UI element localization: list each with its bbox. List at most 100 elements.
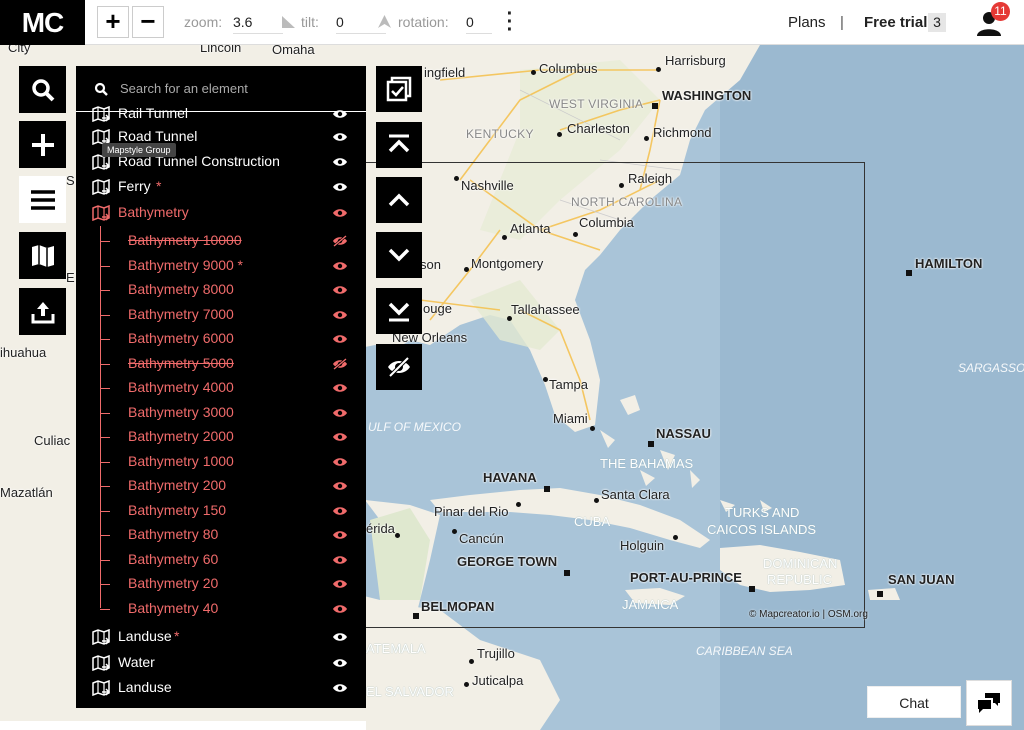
more-options-icon[interactable]: · · · — [504, 4, 516, 40]
map-label: S — [66, 173, 75, 188]
layer-row-bathymetry[interactable]: Bathymetry 7000 — [76, 303, 366, 327]
eye-icon[interactable] — [332, 657, 348, 669]
eye-icon[interactable] — [332, 207, 348, 219]
visibility-off-icon[interactable] — [332, 357, 348, 370]
zoom-in-button[interactable]: + — [97, 6, 129, 38]
eye-icon[interactable] — [332, 456, 348, 468]
capital-marker — [652, 103, 658, 109]
layer-row-bathymetry[interactable]: Bathymetry 5000 — [76, 352, 366, 376]
zoom-out-button[interactable]: − — [132, 6, 164, 38]
map-label: WASHINGTON — [662, 88, 752, 103]
eye-icon[interactable] — [332, 333, 348, 345]
eye-icon[interactable] — [332, 431, 348, 443]
map-layer-icon — [92, 106, 110, 122]
layer-row-bathymetry[interactable]: Bathymetry 6000 — [76, 327, 366, 351]
eye-icon[interactable] — [332, 131, 348, 143]
layer-row[interactable]: Landuse — [76, 676, 366, 700]
tree-line — [100, 226, 101, 608]
map-attribution: © Mapcreator.io | OSM.org — [749, 609, 868, 620]
layer-row-bathymetry[interactable]: Bathymetry 9000 * — [76, 254, 366, 278]
layer-row-bathymetry[interactable]: Bathymetry 20 — [76, 572, 366, 596]
tree-branch — [100, 241, 110, 242]
move-up-icon — [388, 193, 410, 207]
layer-name: Road Tunnel — [118, 128, 198, 144]
chat-button[interactable] — [966, 680, 1012, 726]
rotation-input[interactable]: 0 — [466, 14, 492, 34]
map-label: Juticalpa — [472, 673, 524, 688]
layer-name: Bathymetry 2000 — [128, 428, 234, 444]
zoom-input[interactable]: 3.6 — [233, 14, 283, 34]
notification-badge[interactable]: 11 — [991, 2, 1010, 21]
layer-row-bathymetry[interactable]: Bathymetry 200 — [76, 474, 366, 498]
capital-marker — [906, 270, 912, 276]
map-label: KENTUCKY — [466, 127, 534, 141]
layer-name: Bathymetry — [118, 204, 189, 220]
layer-row-bathymetry[interactable]: Bathymetry 4000 — [76, 376, 366, 400]
layers-icon — [30, 189, 55, 210]
toolbar-separator: | — [840, 14, 844, 31]
layer-row-bathymetry[interactable]: Bathymetry 10000 — [76, 229, 366, 253]
layer-row-bathymetry[interactable]: Bathymetry 150 — [76, 499, 366, 523]
move-down-button[interactable] — [376, 232, 422, 278]
eye-icon[interactable] — [332, 108, 348, 120]
eye-icon[interactable] — [332, 529, 348, 541]
hide-layer-button[interactable] — [376, 344, 422, 390]
export-frame[interactable] — [365, 162, 865, 628]
tree-branch — [100, 314, 110, 316]
add-tool-button[interactable] — [19, 121, 66, 168]
tree-branch — [100, 412, 110, 414]
eye-icon[interactable] — [332, 480, 348, 492]
layer-row[interactable]: Rail Tunnel — [76, 102, 366, 126]
eye-icon[interactable] — [332, 382, 348, 394]
map-label: Charleston — [567, 121, 630, 136]
plus-icon — [31, 133, 54, 156]
eye-icon[interactable] — [332, 181, 348, 193]
app-logo[interactable]: MC — [0, 0, 85, 45]
layers-tool-button[interactable] — [19, 176, 66, 223]
map-label: EL SALVADOR — [366, 684, 454, 699]
layer-row[interactable]: Bathymetry — [76, 201, 366, 225]
eye-icon[interactable] — [332, 505, 348, 517]
layer-name: Water — [118, 654, 155, 670]
search-tool-button[interactable] — [19, 66, 66, 113]
layer-name: Bathymetry 7000 — [128, 305, 234, 322]
chat-label[interactable]: Chat — [867, 686, 961, 718]
move-to-bottom-button[interactable] — [376, 288, 422, 334]
layer-name: Bathymetry 80 — [128, 526, 219, 542]
layer-row-bathymetry[interactable]: Bathymetry 40 — [76, 597, 366, 621]
move-up-button[interactable] — [376, 177, 422, 223]
free-trial-link[interactable]: Free trial — [864, 14, 927, 31]
layer-row-bathymetry[interactable]: Bathymetry 2000 — [76, 425, 366, 449]
duplicate-button[interactable] — [376, 66, 422, 112]
layer-row[interactable]: Water — [76, 651, 366, 675]
eye-icon[interactable] — [332, 682, 348, 694]
map-layer-icon — [92, 205, 110, 221]
map-icon — [31, 244, 54, 267]
eye-icon[interactable] — [332, 284, 348, 296]
tree-branch — [100, 363, 110, 365]
tooltip: Mapstyle Group — [102, 143, 176, 157]
layer-row-bathymetry[interactable]: Bathymetry 8000 — [76, 278, 366, 302]
eye-icon[interactable] — [332, 260, 348, 272]
layer-row[interactable]: Ferry * — [76, 175, 366, 199]
eye-icon[interactable] — [332, 631, 348, 643]
layer-row-bathymetry[interactable]: Bathymetry 3000 — [76, 401, 366, 425]
map-label: SARGASSO — [958, 361, 1024, 375]
layer-row[interactable]: Landuse * — [76, 625, 366, 649]
plans-link[interactable]: Plans — [788, 14, 826, 31]
map-tool-button[interactable] — [19, 232, 66, 279]
move-to-top-button[interactable] — [376, 122, 422, 168]
visibility-off-icon[interactable] — [332, 235, 348, 247]
eye-icon[interactable] — [332, 603, 348, 615]
eye-icon[interactable] — [332, 407, 348, 419]
eye-icon[interactable] — [332, 156, 348, 168]
eye-icon[interactable] — [332, 309, 348, 321]
upload-tool-button[interactable] — [19, 288, 66, 335]
layer-row-bathymetry[interactable]: Bathymetry 1000 — [76, 450, 366, 474]
layer-row-bathymetry[interactable]: Bathymetry 80 — [76, 523, 366, 547]
layer-search-input[interactable] — [120, 81, 360, 96]
layer-row-bathymetry[interactable]: Bathymetry 60 — [76, 548, 366, 572]
eye-icon[interactable] — [332, 554, 348, 566]
copy-check-icon — [386, 76, 412, 102]
eye-icon[interactable] — [332, 578, 348, 590]
